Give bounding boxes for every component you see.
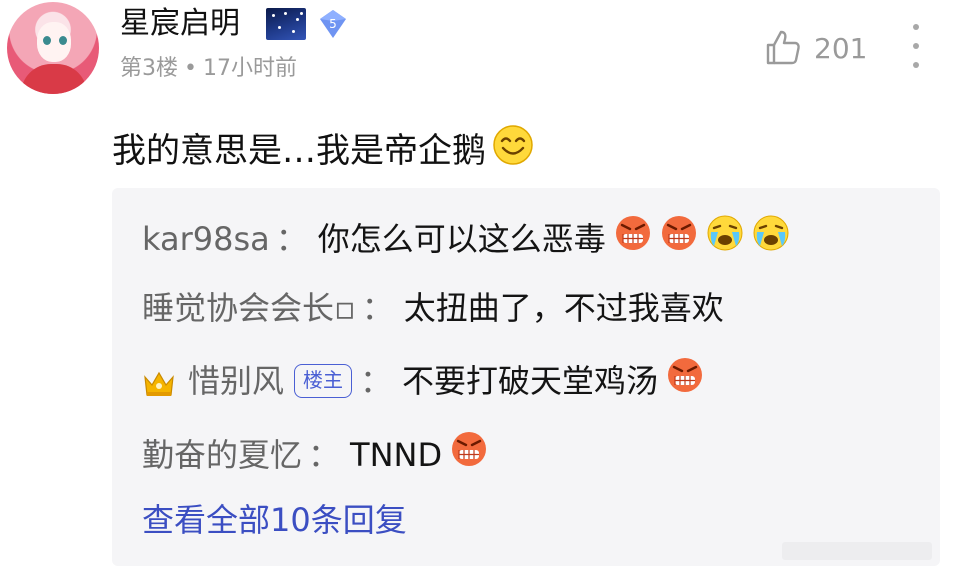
comment-text: 我的意思是…我是帝企鹅 [112,130,486,171]
op-tag: 楼主 [294,363,353,398]
reply-item[interactable]: 惜别风 楼主 ： 不要打破天堂鸡汤 [142,356,704,405]
comment-meta: 第3楼 • 17小时前 [120,56,297,81]
comment-username[interactable]: 星宸启明 [120,4,240,44]
angry-emoji [614,214,652,263]
replies-panel: kar98sa ： 你怎么可以这么恶毒 睡觉协会会长▫ ： 太扭曲了，不过我喜欢… [112,188,940,566]
reply-text: TNND [350,435,443,474]
reply-author[interactable]: 睡觉协会会长▫ [142,286,356,330]
thumbs-up-icon [766,30,800,65]
comment-content: 我的意思是…我是帝企鹅 [112,124,534,177]
reply-author[interactable]: kar98sa [142,217,270,261]
crown-icon [142,366,176,396]
reply-text: 不要打破天堂鸡汤 [402,361,659,400]
crying-emoji [752,214,790,263]
floor-number: 第3楼 [120,56,178,81]
angry-emoji [450,430,488,479]
avatar[interactable] [7,2,99,94]
view-all-replies-link[interactable]: 查看全部10条回复 [142,498,407,542]
like-count: 201 [814,31,868,65]
crying-emoji [706,214,744,263]
reply-item[interactable]: 睡觉协会会长▫ ： 太扭曲了，不过我喜欢 [142,286,724,330]
night-sky-badge [266,8,306,40]
reply-author[interactable]: 勤奋的夏忆 [142,433,302,477]
like-button[interactable]: 201 [764,28,867,68]
reply-author[interactable]: 惜别风 [188,359,284,403]
reply-text: 太扭曲了，不过我喜欢 [403,289,724,327]
watermark [782,542,932,560]
post-time: 17小时前 [202,56,297,81]
reply-item[interactable]: 勤奋的夏忆 ： TNND [142,430,488,479]
reply-text: 你怎么可以这么恶毒 [317,219,606,258]
angry-emoji [666,356,704,405]
smile-emoji [492,124,534,177]
angry-emoji [660,214,698,263]
reply-item[interactable]: kar98sa ： 你怎么可以这么恶毒 [142,214,790,263]
level-number: 5 [329,17,337,31]
level-diamond-icon: 5 [318,9,348,39]
more-options-icon[interactable] [904,24,928,68]
